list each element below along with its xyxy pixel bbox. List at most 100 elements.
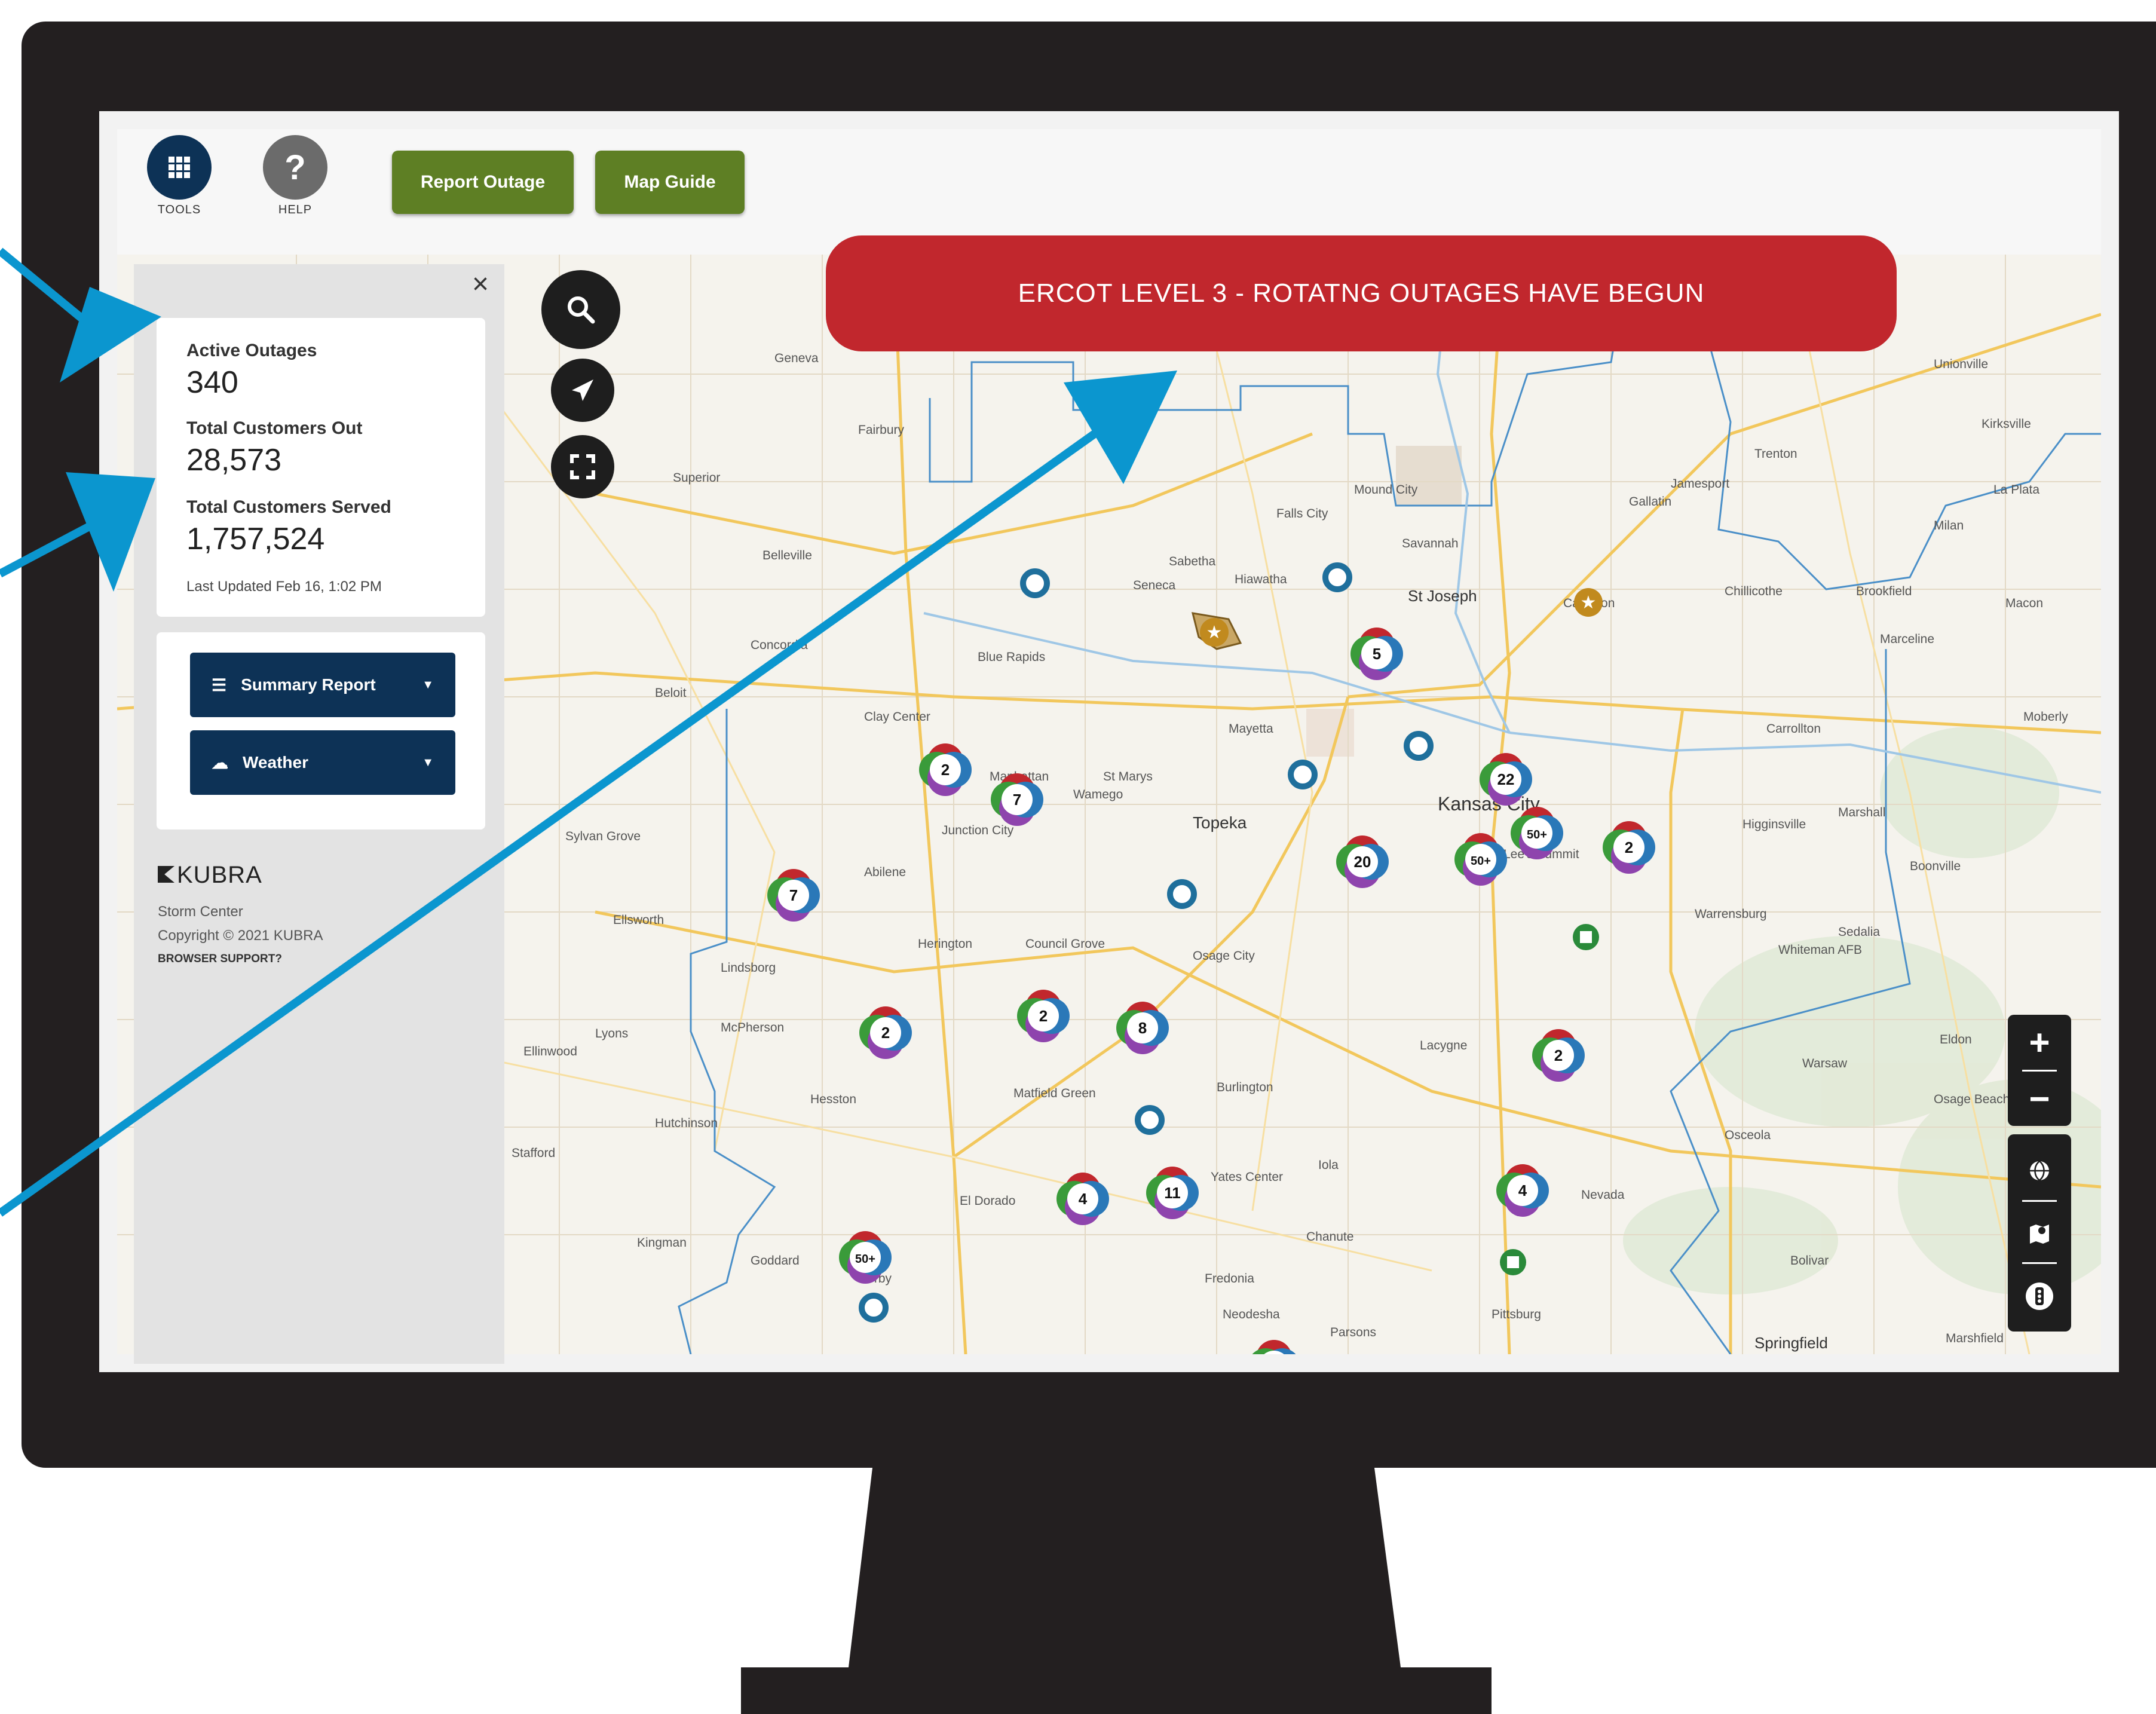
map-label-savannah: Savannah <box>1402 537 1459 550</box>
single-outage-marker[interactable] <box>859 1293 889 1323</box>
map-label-hiawatha: Hiawatha <box>1235 573 1287 586</box>
map-label-chanute: Chanute <box>1306 1230 1353 1244</box>
map-label-mound-city: Mound City <box>1354 483 1418 497</box>
map-label-iola: Iola <box>1318 1158 1339 1172</box>
zoom-out-button[interactable]: − <box>2008 1071 2071 1126</box>
marker-count: 2 <box>1039 1007 1048 1025</box>
map-label-burlington: Burlington <box>1217 1081 1273 1094</box>
star-icon: ★ <box>1206 623 1223 642</box>
map-label-warsaw: Warsaw <box>1802 1057 1848 1070</box>
zoom-in-button[interactable]: + <box>2008 1015 2071 1070</box>
single-outage-marker[interactable] <box>1322 562 1352 592</box>
copyright: Copyright © 2021 KUBRA <box>158 928 323 944</box>
map-label-warrensburg: Warrensburg <box>1695 907 1767 921</box>
map-label-kirksville: Kirksville <box>1982 417 2031 431</box>
map-label-hutchinson: Hutchinson <box>655 1116 718 1130</box>
star-icon: ★ <box>1581 593 1597 613</box>
last-updated: Last Updated Feb 16, 1:02 PM <box>186 579 382 595</box>
map-label-jamesport: Jamesport <box>1671 477 1729 491</box>
map-label-milan: Milan <box>1934 519 1964 532</box>
fullscreen-button[interactable] <box>551 435 614 498</box>
report-outage-button[interactable]: Report Outage <box>392 151 574 214</box>
tools-button[interactable] <box>147 135 212 200</box>
map-label-gallatin: Gallatin <box>1629 495 1671 509</box>
weather-label: Weather <box>243 753 308 772</box>
map-label-boonville: Boonville <box>1910 859 1961 873</box>
map-label-council-grove: Council Grove <box>1025 937 1105 951</box>
marker-count: 4 <box>1518 1182 1527 1199</box>
globe-button[interactable] <box>2008 1144 2071 1198</box>
traffic-button[interactable] <box>2008 1269 2071 1323</box>
single-outage-marker[interactable] <box>1288 760 1318 789</box>
map-label-clay-center: Clay Center <box>864 710 930 724</box>
zoom-control: + − <box>2008 1015 2071 1126</box>
map-label-mcpherson: McPherson <box>721 1021 784 1034</box>
map-search-button[interactable] <box>541 270 620 349</box>
map-label-la-plata: La Plata <box>1993 483 2039 497</box>
grid-icon <box>169 157 190 178</box>
map-label-fairbury: Fairbury <box>858 423 905 437</box>
marker-count: 7 <box>789 886 798 904</box>
map-label-ellsworth: Ellsworth <box>613 913 664 927</box>
marker-count: 2 <box>1554 1046 1563 1064</box>
map-label-moberly: Moberly <box>2023 710 2068 724</box>
map-label-whiteman-afb: Whiteman AFB <box>1778 943 1862 957</box>
map-label-macon: Macon <box>2005 596 2043 610</box>
single-outage-marker[interactable] <box>1167 879 1197 909</box>
marker-count: 7 <box>1013 791 1021 809</box>
close-icon[interactable]: × <box>472 268 489 301</box>
chevron-down-icon: ▼ <box>422 678 434 691</box>
map-label-abilene: Abilene <box>864 865 906 879</box>
brand-name: KUBRA <box>177 862 262 888</box>
map-label-marceline: Marceline <box>1880 632 1934 646</box>
map-label-sylvan-grove: Sylvan Grove <box>565 830 641 843</box>
map-label-belleville: Belleville <box>762 549 812 562</box>
map-label-chillicothe: Chillicothe <box>1725 584 1783 598</box>
map-label-unionville: Unionville <box>1934 357 1988 371</box>
marker-count: 4 <box>1079 1190 1088 1208</box>
weather-dropdown[interactable]: ☁ Weather ▼ <box>190 730 455 795</box>
layer-control <box>2008 1134 2071 1332</box>
chevron-down-icon: ▼ <box>422 755 434 769</box>
help-button[interactable]: ? <box>263 135 327 200</box>
single-outage-marker[interactable] <box>1404 731 1434 761</box>
map-type-button[interactable] <box>2008 1206 2071 1260</box>
menu-card: ☰ Summary Report ▼ ☁ Weather ▼ <box>157 632 485 830</box>
map-label-trenton: Trenton <box>1754 447 1797 461</box>
locate-button[interactable] <box>551 359 614 422</box>
map-label-parsons: Parsons <box>1330 1326 1376 1339</box>
marker-count: 5 <box>1373 645 1381 663</box>
marker-count: 2 <box>941 761 950 779</box>
map-label-st-marys: St Marys <box>1103 770 1153 783</box>
map-label-bolivar: Bolivar <box>1790 1254 1829 1268</box>
browser-support-link[interactable]: BROWSER SUPPORT? <box>158 953 282 966</box>
map-label-neodesha: Neodesha <box>1223 1308 1280 1321</box>
map-label-beloit: Beloit <box>655 686 687 700</box>
map-label-junction-city: Junction City <box>942 824 1014 837</box>
map-label-lacygne: Lacygne <box>1420 1039 1467 1052</box>
map-label-seneca: Seneca <box>1133 579 1176 592</box>
marker-count: 20 <box>1354 853 1371 871</box>
marker-count: 50+ <box>1527 828 1547 841</box>
marker-count: 22 <box>1497 770 1515 788</box>
map-label-fredonia: Fredonia <box>1205 1272 1254 1286</box>
marker-count: 50+ <box>855 1253 875 1266</box>
help-label: HELP <box>278 203 313 216</box>
single-outage-marker[interactable] <box>1135 1105 1165 1135</box>
map-label-stafford: Stafford <box>512 1146 555 1160</box>
list-icon: ☰ <box>212 675 227 694</box>
map-label-ellinwood: Ellinwood <box>523 1045 577 1058</box>
marker-count: 2 <box>881 1024 890 1042</box>
map-label-concordia: Concordia <box>751 638 808 652</box>
summary-report-dropdown[interactable]: ☰ Summary Report ▼ <box>190 653 455 717</box>
globe-icon <box>2030 1161 2049 1181</box>
layer-divider-2 <box>2022 1262 2057 1264</box>
map-label-matfield-green: Matfield Green <box>1013 1086 1096 1100</box>
map-label-mayetta: Mayetta <box>1229 722 1273 736</box>
single-outage-marker[interactable] <box>1020 568 1050 598</box>
map-guide-button[interactable]: Map Guide <box>595 151 745 214</box>
map-label-st-joseph: St Joseph <box>1408 587 1477 605</box>
map-label-kingman: Kingman <box>637 1236 687 1250</box>
map-label-brookfield: Brookfield <box>1856 584 1912 598</box>
weather-icon: ☁ <box>212 753 228 772</box>
